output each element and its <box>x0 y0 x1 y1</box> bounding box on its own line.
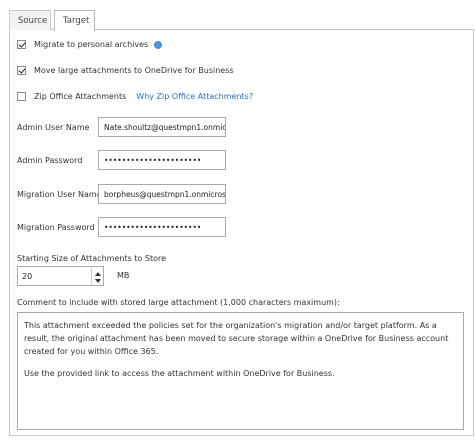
migrate-personal-archives-checkbox[interactable] <box>17 40 26 49</box>
stepper-down-icon[interactable] <box>95 279 101 283</box>
zip-office-attachments-checkbox[interactable] <box>17 92 26 101</box>
attachment-size-label: Starting Size of Attachments to Store <box>17 254 167 263</box>
comment-paragraph-2: Use the provided link to access the atta… <box>24 369 335 378</box>
comment-textarea[interactable]: This attachment exceeded the policies se… <box>17 312 464 430</box>
stepper-divider <box>91 267 92 285</box>
tab-source[interactable]: Source <box>9 10 51 30</box>
admin-password-label: Admin Password <box>17 156 83 165</box>
attachment-size-stepper[interactable]: 20 <box>17 266 104 286</box>
comment-paragraph-1: This attachment exceeded the policies se… <box>24 321 449 356</box>
stepper-up-icon[interactable] <box>95 272 101 276</box>
migration-user-name-field[interactable]: borpheus@questmpn1.onmicroso <box>98 184 226 204</box>
admin-user-name-field[interactable]: Nate.shoultz@questmpn1.onmicr <box>98 117 226 137</box>
migrate-personal-archives-option[interactable]: Migrate to personal archives <box>17 40 163 49</box>
comment-label: Comment to include with stored large att… <box>17 298 340 307</box>
zip-office-attachments-option[interactable]: Zip Office Attachments Why Zip Office At… <box>17 92 253 101</box>
admin-password-field[interactable]: •••••••••••••••••••••• <box>98 150 226 170</box>
migrate-personal-archives-label: Migrate to personal archives <box>34 40 149 49</box>
why-zip-office-attachments-link[interactable]: Why Zip Office Attachments? <box>136 92 253 101</box>
attachment-size-unit: MB <box>117 271 130 280</box>
tab-target[interactable]: Target <box>54 10 95 31</box>
tab-strip: Source Target <box>9 10 474 31</box>
zip-office-attachments-label: Zip Office Attachments <box>34 92 127 101</box>
migration-password-field[interactable]: •••••••••••••••••••••• <box>98 217 226 237</box>
admin-user-name-label: Admin User Name <box>17 123 90 132</box>
migration-password-label: Migration Password <box>17 223 95 232</box>
info-icon[interactable] <box>154 40 163 49</box>
attachment-size-value: 20 <box>22 272 33 281</box>
migration-user-name-label: Migration User Name <box>17 190 102 199</box>
move-large-attachments-option[interactable]: Move large attachments to OneDrive for B… <box>17 66 234 75</box>
move-large-attachments-checkbox[interactable] <box>17 66 26 75</box>
move-large-attachments-label: Move large attachments to OneDrive for B… <box>34 66 234 75</box>
